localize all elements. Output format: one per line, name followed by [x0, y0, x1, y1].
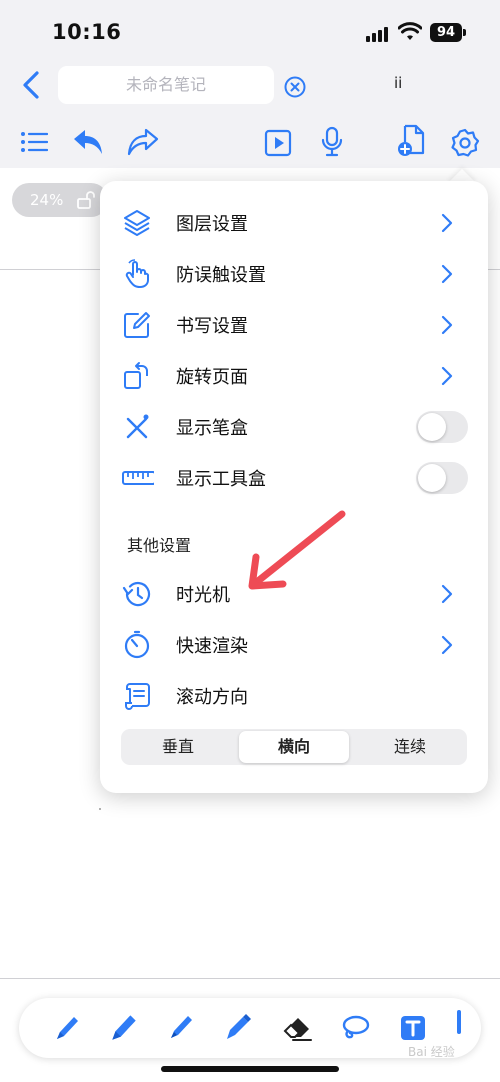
more-tool-icon[interactable] [457, 1010, 461, 1034]
back-chevron-icon[interactable] [20, 70, 42, 100]
unlock-icon [77, 191, 95, 209]
menu-item-label: 防误触设置 [176, 265, 266, 286]
toggle-knob [418, 413, 446, 441]
menu-item-label: 显示笔盒 [176, 418, 248, 439]
menu-item-label: 快速渲染 [176, 636, 248, 657]
settings-popover: 图层设置 防误触设置 书写设置 旋转页面 显示笔盒 显示工具盒 其他设置 时光机… [100, 181, 488, 793]
chevron-right-icon [441, 264, 453, 284]
status-time: 10:16 [52, 20, 122, 44]
list-icon[interactable] [20, 130, 48, 154]
menu-item-palm-rejection[interactable]: 防误触设置 [100, 248, 488, 298]
menu-item-label: 显示工具盒 [176, 469, 266, 490]
pen-cross-icon [126, 414, 149, 439]
battery-tip [463, 29, 466, 36]
scroll-direction-segmented-control: 垂直 横向 连续 [121, 729, 467, 765]
scroll-icon [125, 683, 150, 711]
other-settings-header: 其他设置 [127, 536, 192, 555]
home-indicator [161, 1066, 339, 1072]
add-page-icon[interactable] [396, 124, 426, 158]
menu-item-show-pen-box: 显示笔盒 [100, 401, 488, 451]
menu-item-writing-settings[interactable]: 书写设置 [100, 299, 488, 349]
cellular-signal-icon [366, 26, 390, 42]
highlighter-icon[interactable] [222, 1011, 254, 1043]
menu-item-rotate-page[interactable]: 旋转页面 [100, 350, 488, 400]
edit-square-icon [124, 312, 150, 338]
ruler-icon [122, 471, 154, 485]
pen-3-icon[interactable] [165, 1011, 197, 1043]
menu-item-layer-settings[interactable]: 图层设置 [100, 197, 488, 247]
battery-indicator: 94 [430, 23, 462, 42]
hand-pointer-icon [125, 259, 149, 288]
chevron-right-icon [441, 584, 453, 604]
play-icon[interactable] [264, 129, 292, 157]
canvas-dot [99, 808, 101, 810]
segment-horizontal[interactable]: 横向 [239, 731, 349, 763]
layers-icon [124, 210, 150, 236]
chevron-right-icon [441, 213, 453, 233]
eraser-icon[interactable] [281, 1011, 315, 1043]
wifi-icon [398, 22, 422, 40]
undo-icon[interactable] [72, 128, 104, 156]
show-pen-box-toggle[interactable] [416, 411, 468, 443]
chevron-right-icon [441, 366, 453, 386]
zoom-lock-badge[interactable]: 24% [12, 183, 108, 217]
lasso-icon[interactable] [339, 1012, 371, 1044]
status-bar: 10:16 94 [0, 0, 500, 62]
chevron-right-icon [441, 635, 453, 655]
clear-circle-icon[interactable] [283, 75, 307, 99]
menu-item-show-toolbox: 显示工具盒 [100, 452, 488, 502]
navigation-bar: 未命名笔记 ii [0, 62, 500, 168]
menu-item-label: 时光机 [176, 585, 230, 606]
rotate-page-icon [124, 362, 148, 389]
show-toolbox-toggle[interactable] [416, 462, 468, 494]
menu-item-label: 书写设置 [176, 316, 248, 337]
settings-gear-icon[interactable] [450, 128, 480, 158]
chevron-right-icon [441, 315, 453, 335]
toggle-knob [418, 464, 446, 492]
segment-vertical[interactable]: 垂直 [123, 731, 233, 763]
pen-2-icon[interactable] [107, 1010, 141, 1044]
zoom-level: 24% [30, 191, 64, 209]
microphone-icon[interactable] [320, 126, 344, 158]
segment-continuous[interactable]: 连续 [355, 731, 465, 763]
timer-icon [124, 630, 150, 659]
pen-1-icon[interactable] [51, 1012, 83, 1044]
note-title-input[interactable]: 未命名笔记 [58, 66, 274, 104]
menu-item-scroll-direction: 滚动方向 [100, 670, 488, 720]
annotation-arrow [248, 510, 346, 590]
text-tool-icon[interactable] [399, 1012, 429, 1044]
menu-item-label: 旋转页面 [176, 367, 248, 388]
title-info-label: ii [394, 74, 403, 92]
page-divider-bottom [0, 978, 500, 979]
menu-item-label: 滚动方向 [176, 687, 248, 708]
watermark-text: Bai 经验 [408, 1045, 455, 1059]
menu-item-fast-render[interactable]: 快速渲染 [100, 619, 488, 669]
menu-item-label: 图层设置 [176, 214, 248, 235]
history-clock-icon [122, 581, 151, 607]
redo-icon[interactable] [127, 128, 159, 156]
